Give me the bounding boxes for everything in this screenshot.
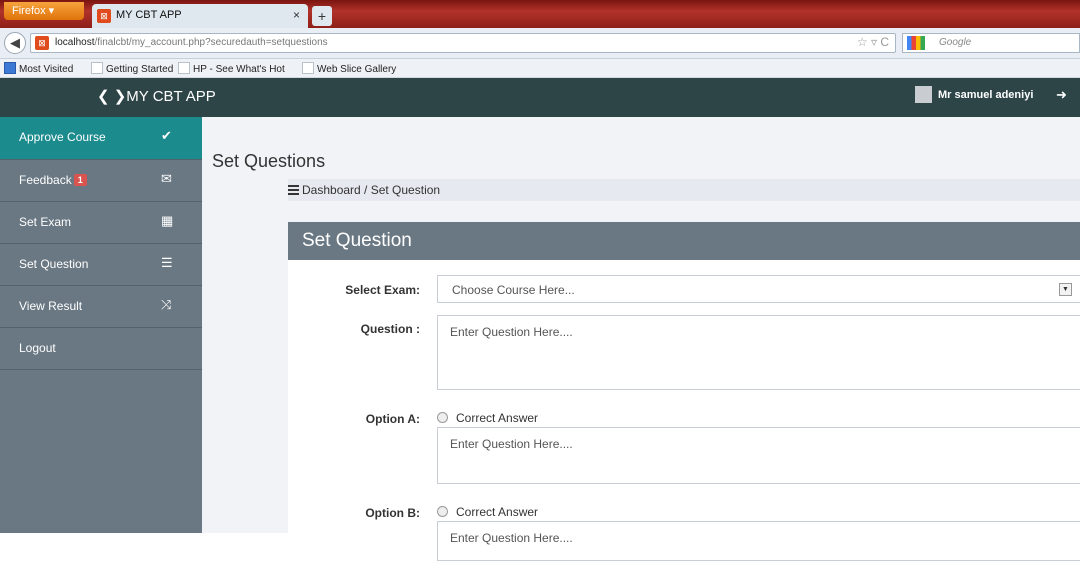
sidebar: Approve Course ✔ Feedback 1 ✉ Set Exam ▦ … <box>0 117 202 533</box>
sidebar-item-label: Set Question <box>19 257 89 271</box>
list-icon: ☰ <box>161 255 173 270</box>
bookmark-hp[interactable]: HP - See What's Hot <box>178 62 285 75</box>
sidebar-item-label: Set Exam <box>19 215 72 229</box>
option-a-textarea[interactable]: Enter Question Here.... <box>437 427 1080 484</box>
avatar <box>915 86 932 103</box>
user-name: Mr samuel adeniyi <box>938 89 1034 101</box>
bookmark-page-icon <box>302 62 314 74</box>
logout-icon[interactable]: ➜ <box>1056 87 1067 103</box>
option-a-label: Option A: <box>365 412 420 426</box>
select-exam-value: Choose Course Here... <box>452 283 575 297</box>
option-b-label: Option B: <box>365 506 420 520</box>
main-content: Set Questions Dashboard / Set Question S… <box>202 117 1080 561</box>
menu-bars-icon <box>288 185 299 195</box>
browser-tab[interactable]: ⊠ MY CBT APP × <box>92 4 308 28</box>
google-logo-icon <box>907 36 925 50</box>
sidebar-item-set-exam[interactable]: Set Exam ▦ <box>0 202 202 244</box>
sidebar-item-label: View Result <box>19 299 83 313</box>
url-bar[interactable]: ⊠ localhost/finalcbt/my_account.php?secu… <box>30 33 896 53</box>
option-b-textarea[interactable]: Enter Question Here.... <box>437 521 1080 561</box>
select-exam-label: Select Exam: <box>345 283 420 297</box>
sidebar-item-label: Feedback <box>19 173 72 187</box>
bookmark-page-icon <box>91 62 103 74</box>
option-b-correct-label: Correct Answer <box>456 505 539 519</box>
select-exam-dropdown[interactable]: Choose Course Here... ▼ <box>437 275 1080 303</box>
bookmark-page-icon <box>178 62 190 74</box>
firefox-menu-button[interactable]: Firefox ▾ <box>4 2 84 20</box>
sidebar-item-view-result[interactable]: View Result ⤨ <box>0 286 202 328</box>
sidebar-item-label: Approve Course <box>19 130 106 144</box>
back-arrow-icon[interactable]: ◀ <box>4 32 26 54</box>
option-a-correct-radio[interactable]: Correct Answer <box>437 411 538 425</box>
search-placeholder: Google <box>939 37 972 48</box>
bookmark-star-icon[interactable]: ☆ ▿ C <box>857 35 889 49</box>
grid-icon: ▦ <box>161 213 174 228</box>
url-favicon-icon: ⊠ <box>35 36 49 50</box>
browser-tab-bar: Firefox ▾ ⊠ MY CBT APP × + <box>0 0 1080 28</box>
bookmarks-toolbar: Most Visited Getting Started HP - See Wh… <box>0 59 1080 78</box>
browser-nav-bar: ◀ ⊠ localhost/finalcbt/my_account.php?se… <box>0 28 1080 59</box>
sidebar-item-logout[interactable]: Logout <box>0 328 202 370</box>
sidebar-item-feedback[interactable]: Feedback 1 ✉ <box>0 160 202 202</box>
question-label: Question : <box>360 322 420 336</box>
option-b-correct-radio[interactable]: Correct Answer <box>437 505 538 519</box>
envelope-icon: ✉ <box>161 171 172 186</box>
question-textarea[interactable]: Enter Question Here.... <box>437 315 1080 390</box>
sidebar-item-approve-course[interactable]: Approve Course ✔ <box>0 117 202 160</box>
question-form: Select Exam: Choose Course Here... ▼ Que… <box>288 260 1080 561</box>
app-favicon-icon: ⊠ <box>97 9 111 23</box>
notification-badge: 1 <box>73 174 87 186</box>
tab-close-icon[interactable]: × <box>293 8 300 22</box>
sidebar-item-label: Logout <box>19 341 56 355</box>
option-a-correct-label: Correct Answer <box>456 411 539 425</box>
radio-icon <box>437 506 448 517</box>
sidebar-item-set-question[interactable]: Set Question ☰ <box>0 244 202 286</box>
bookmark-folder-icon <box>4 62 16 74</box>
browser-tab-title: MY CBT APP <box>116 9 182 21</box>
shuffle-icon: ⤨ <box>161 297 172 312</box>
bookmark-web-slice[interactable]: Web Slice Gallery <box>302 62 396 75</box>
chevron-down-icon[interactable]: ▼ <box>1059 283 1072 296</box>
search-box[interactable]: Google <box>902 33 1080 53</box>
page-title: Set Questions <box>212 151 326 171</box>
user-menu[interactable]: Mr samuel adeniyi <box>915 86 1033 103</box>
breadcrumb-text[interactable]: Dashboard / Set Question <box>302 183 440 197</box>
check-icon: ✔ <box>161 128 172 143</box>
app-header: ❮ ❯MY CBT APP Mr samuel adeniyi ➜ <box>0 78 1080 117</box>
brand-logo[interactable]: ❮ ❯MY CBT APP <box>97 87 216 105</box>
bookmark-getting-started[interactable]: Getting Started <box>91 62 173 75</box>
panel-title: Set Question <box>288 222 1080 260</box>
breadcrumb: Dashboard / Set Question <box>288 179 1080 201</box>
radio-icon <box>437 412 448 423</box>
bookmark-most-visited[interactable]: Most Visited <box>4 62 73 75</box>
url-text: localhost/finalcbt/my_account.php?secure… <box>55 37 328 48</box>
new-tab-button[interactable]: + <box>312 6 332 26</box>
